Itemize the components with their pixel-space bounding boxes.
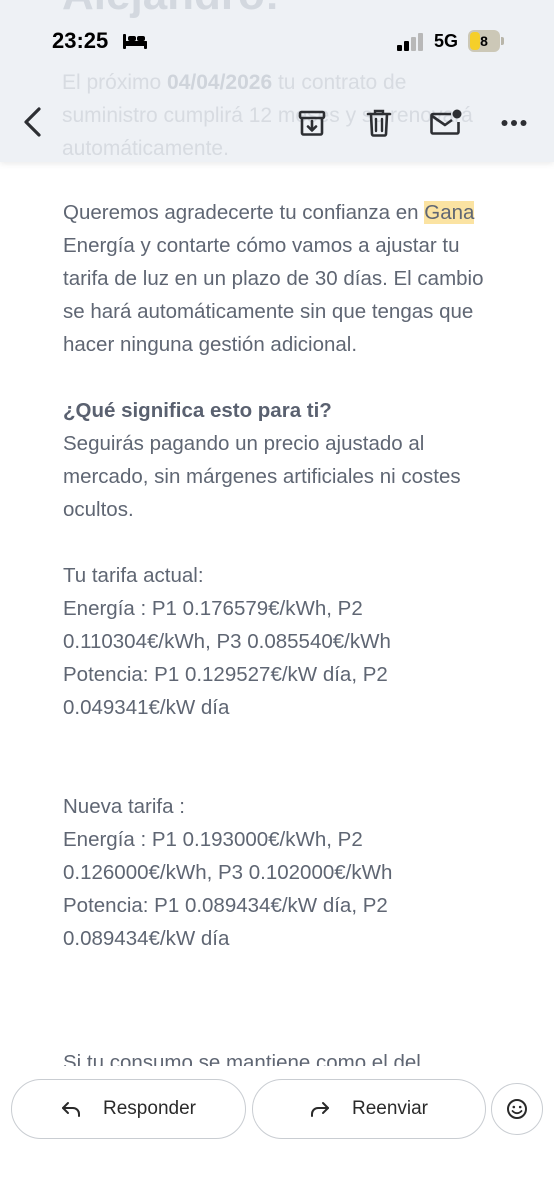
reply-button[interactable]: Responder <box>11 1079 246 1139</box>
reply-label: Responder <box>103 1098 196 1119</box>
answer-paragraph: Seguirás pagando un precio ajustado al m… <box>63 432 461 521</box>
reply-icon <box>62 1102 81 1117</box>
battery-icon: 8 <box>468 30 504 52</box>
faded-email-text: El próximo 04/04/2026 tu contrato de sum… <box>62 71 473 160</box>
more-options-button[interactable] <box>496 105 532 141</box>
delete-button[interactable] <box>361 105 397 141</box>
forward-label: Reenviar <box>351 1098 429 1119</box>
back-button[interactable] <box>14 104 50 140</box>
question-heading: ¿Qué significa esto para ti? <box>63 399 332 422</box>
network-type: 5G <box>434 31 459 51</box>
new-tariff-power: Potencia: P1 0.089434€/kW día, P2 0.0894… <box>63 894 388 950</box>
archive-button[interactable] <box>294 105 330 141</box>
emoji-reaction-button[interactable] <box>491 1083 543 1135</box>
current-tariff-energy: Energía : P1 0.176579€/kWh, P2 0.110304€… <box>63 597 391 653</box>
intro-paragraph: Queremos agradecerte tu confianza en Gan… <box>63 201 484 356</box>
current-tariff-power: Potencia: P1 0.129527€/kW día, P2 0.0493… <box>63 663 388 719</box>
bottom-action-bar: Responder Reenviar <box>0 1066 554 1200</box>
bed-icon <box>122 32 148 55</box>
signal-icon <box>397 33 425 56</box>
more-icon <box>501 120 527 126</box>
email-body: Queremos agradecerte tu confianza en Gan… <box>63 196 503 955</box>
top-app-bar: Alejandro! El próximo 04/04/2026 tu cont… <box>0 0 554 162</box>
mark-unread-button[interactable] <box>428 105 464 141</box>
forward-icon <box>310 1102 329 1117</box>
partially-visible-line: Si tu consumo se mantiene como el del <box>63 1051 421 1066</box>
status-bar: 23:25 5G 8 <box>0 0 554 80</box>
status-time: 23:25 <box>52 28 109 53</box>
archive-icon <box>298 110 326 136</box>
trash-icon <box>366 109 392 137</box>
back-arrow-icon <box>24 107 41 137</box>
highlighted-term: Gana <box>424 201 475 224</box>
emoji-icon <box>507 1099 527 1119</box>
new-tariff-title: Nueva tarifa : <box>63 795 185 818</box>
mail-unread-icon <box>430 109 462 135</box>
forward-button[interactable]: Reenviar <box>252 1079 486 1139</box>
battery-level: 8 <box>480 33 488 49</box>
current-tariff-title: Tu tarifa actual: <box>63 564 204 587</box>
new-tariff-energy: Energía : P1 0.193000€/kWh, P2 0.126000€… <box>63 828 393 884</box>
